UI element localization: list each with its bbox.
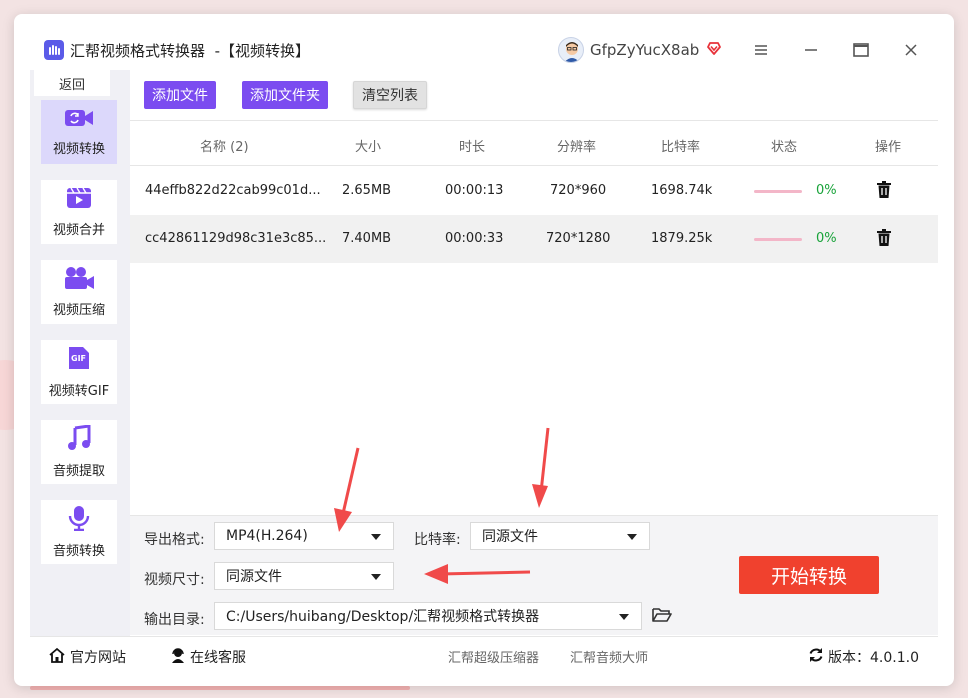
start-convert-button[interactable]: 开始转换 [739, 556, 879, 594]
app-title: 汇帮视频格式转换器 -【视频转换】 [70, 42, 310, 60]
online-support-link[interactable]: 在线客服 [170, 647, 246, 667]
app-window: 汇帮视频格式转换器 -【视频转换】 GfpZyYucX8ab 返回 视频转换 视… [14, 14, 954, 686]
avatar[interactable] [558, 37, 584, 63]
col-action: 操作 [875, 140, 902, 155]
app-logo-icon [44, 40, 64, 60]
add-file-button[interactable]: 添加文件 [144, 81, 216, 109]
progress-percent: 0% [816, 183, 837, 198]
file-duration: 00:00:13 [445, 183, 504, 198]
refresh-icon [808, 647, 824, 667]
format-select[interactable]: MP4(H.264) [214, 522, 394, 550]
file-bitrate: 1698.74k [651, 183, 713, 198]
progress-bar [754, 190, 802, 193]
support-label: 在线客服 [190, 650, 246, 666]
video-merge-icon [66, 186, 92, 214]
file-name: 44effb822d22cab99c01d... [145, 183, 321, 198]
output-dir-select[interactable]: C:/Users/huibang/Desktop/汇帮视频格式转换器 [214, 602, 642, 630]
product-link-compressor[interactable]: 汇帮超级压缩器 [448, 647, 539, 666]
chevron-down-icon [627, 534, 637, 540]
sidebar-item-audio-extract[interactable]: 音频提取 [41, 420, 117, 484]
file-resolution: 720*1280 [546, 231, 611, 246]
size-value: 同源文件 [226, 569, 282, 585]
col-name: 名称 (2) [200, 140, 249, 155]
video-compress-icon [63, 266, 95, 294]
sidebar-item-video-gif[interactable]: GIF 视频转GIF [41, 340, 117, 404]
table-row[interactable]: cc42861129d98c31e3c85... 7.40MB 00:00:33… [130, 215, 938, 263]
gif-icon: GIF [67, 345, 91, 375]
product-link-audio[interactable]: 汇帮音频大师 [570, 647, 648, 666]
chevron-down-icon [371, 534, 381, 540]
annotation-arrow-bitrate [532, 427, 550, 508]
file-resolution: 720*960 [550, 183, 607, 198]
music-note-icon [67, 424, 91, 455]
output-dir-value: C:/Users/huibang/Desktop/汇帮视频格式转换器 [226, 609, 540, 625]
size-label: 视频尺寸: [144, 572, 205, 588]
col-bitrate: 比特率 [661, 140, 701, 155]
chevron-down-icon [619, 614, 629, 620]
back-button[interactable]: 返回 [34, 70, 110, 96]
website-label: 官方网站 [70, 650, 126, 666]
footer: 官方网站 在线客服 汇帮超级压缩器 汇帮音频大师 版本：4.0.1.0 [30, 636, 938, 672]
col-status: 状态 [771, 140, 798, 155]
microphone-icon [68, 505, 90, 535]
version-label: 版本：4.0.1.0 [828, 650, 919, 666]
sidebar-item-label: 音频转换 [52, 544, 105, 559]
progress-bar [754, 238, 802, 241]
bitrate-label: 比特率: [414, 532, 461, 548]
size-select[interactable]: 同源文件 [214, 562, 394, 590]
table-row[interactable]: 44effb822d22cab99c01d... 2.65MB 00:00:13… [130, 167, 938, 215]
bitrate-value: 同源文件 [482, 529, 538, 545]
title-bar: 汇帮视频格式转换器 -【视频转换】 GfpZyYucX8ab [14, 14, 954, 70]
table-header: 名称 (2) 大小 时长 分辨率 比特率 状态 操作 [130, 120, 938, 166]
progress-percent: 0% [816, 231, 837, 246]
sidebar-item-audio-convert[interactable]: 音频转换 [41, 500, 117, 564]
video-convert-icon [64, 107, 94, 133]
folder-open-icon[interactable] [652, 607, 672, 627]
support-agent-icon [170, 647, 186, 667]
output-label: 输出目录: [144, 612, 205, 628]
sidebar-item-label: 视频压缩 [52, 303, 105, 318]
background-decoration [30, 686, 410, 690]
svg-text:GIF: GIF [71, 354, 86, 363]
bitrate-select[interactable]: 同源文件 [470, 522, 650, 550]
file-name: cc42861129d98c31e3c85... [145, 231, 327, 246]
format-label: 导出格式: [144, 532, 205, 548]
clear-list-button[interactable]: 清空列表 [353, 81, 427, 109]
home-icon [48, 647, 66, 667]
sidebar-item-video-compress[interactable]: 视频压缩 [41, 260, 117, 324]
trash-icon[interactable] [876, 229, 892, 251]
vip-heart-icon[interactable] [706, 40, 722, 60]
official-website-link[interactable]: 官方网站 [48, 647, 126, 667]
sidebar-item-video-convert[interactable]: 视频转换 [41, 100, 117, 164]
close-icon[interactable] [900, 40, 922, 60]
file-bitrate: 1879.25k [651, 231, 713, 246]
trash-icon[interactable] [876, 181, 892, 203]
file-duration: 00:00:33 [445, 231, 504, 246]
version-info[interactable]: 版本：4.0.1.0 [808, 647, 919, 667]
file-size: 7.40MB [342, 231, 392, 246]
col-duration: 时长 [459, 140, 486, 155]
file-size: 2.65MB [342, 183, 392, 198]
sidebar-item-label: 视频转换 [52, 142, 105, 157]
file-table: 名称 (2) 大小 时长 分辨率 比特率 状态 操作 44effb822d22c… [130, 120, 938, 263]
sidebar: 返回 视频转换 视频合并 视频压缩 GIF 视频转GIF 音频提取 音频转换 [30, 70, 130, 636]
col-resolution: 分辨率 [557, 140, 597, 155]
sidebar-item-label: 音频提取 [52, 464, 105, 479]
format-value: MP4(H.264) [226, 528, 308, 544]
add-folder-button[interactable]: 添加文件夹 [242, 81, 328, 109]
minimize-icon[interactable] [800, 40, 822, 60]
menu-icon[interactable] [750, 40, 772, 60]
sidebar-item-label: 视频转GIF [48, 384, 110, 399]
sidebar-item-label: 视频合并 [52, 223, 105, 238]
maximize-icon[interactable] [850, 40, 872, 60]
sidebar-item-video-merge[interactable]: 视频合并 [41, 180, 117, 244]
col-size: 大小 [355, 140, 382, 155]
chevron-down-icon [371, 574, 381, 580]
username[interactable]: GfpZyYucX8ab [590, 41, 699, 59]
